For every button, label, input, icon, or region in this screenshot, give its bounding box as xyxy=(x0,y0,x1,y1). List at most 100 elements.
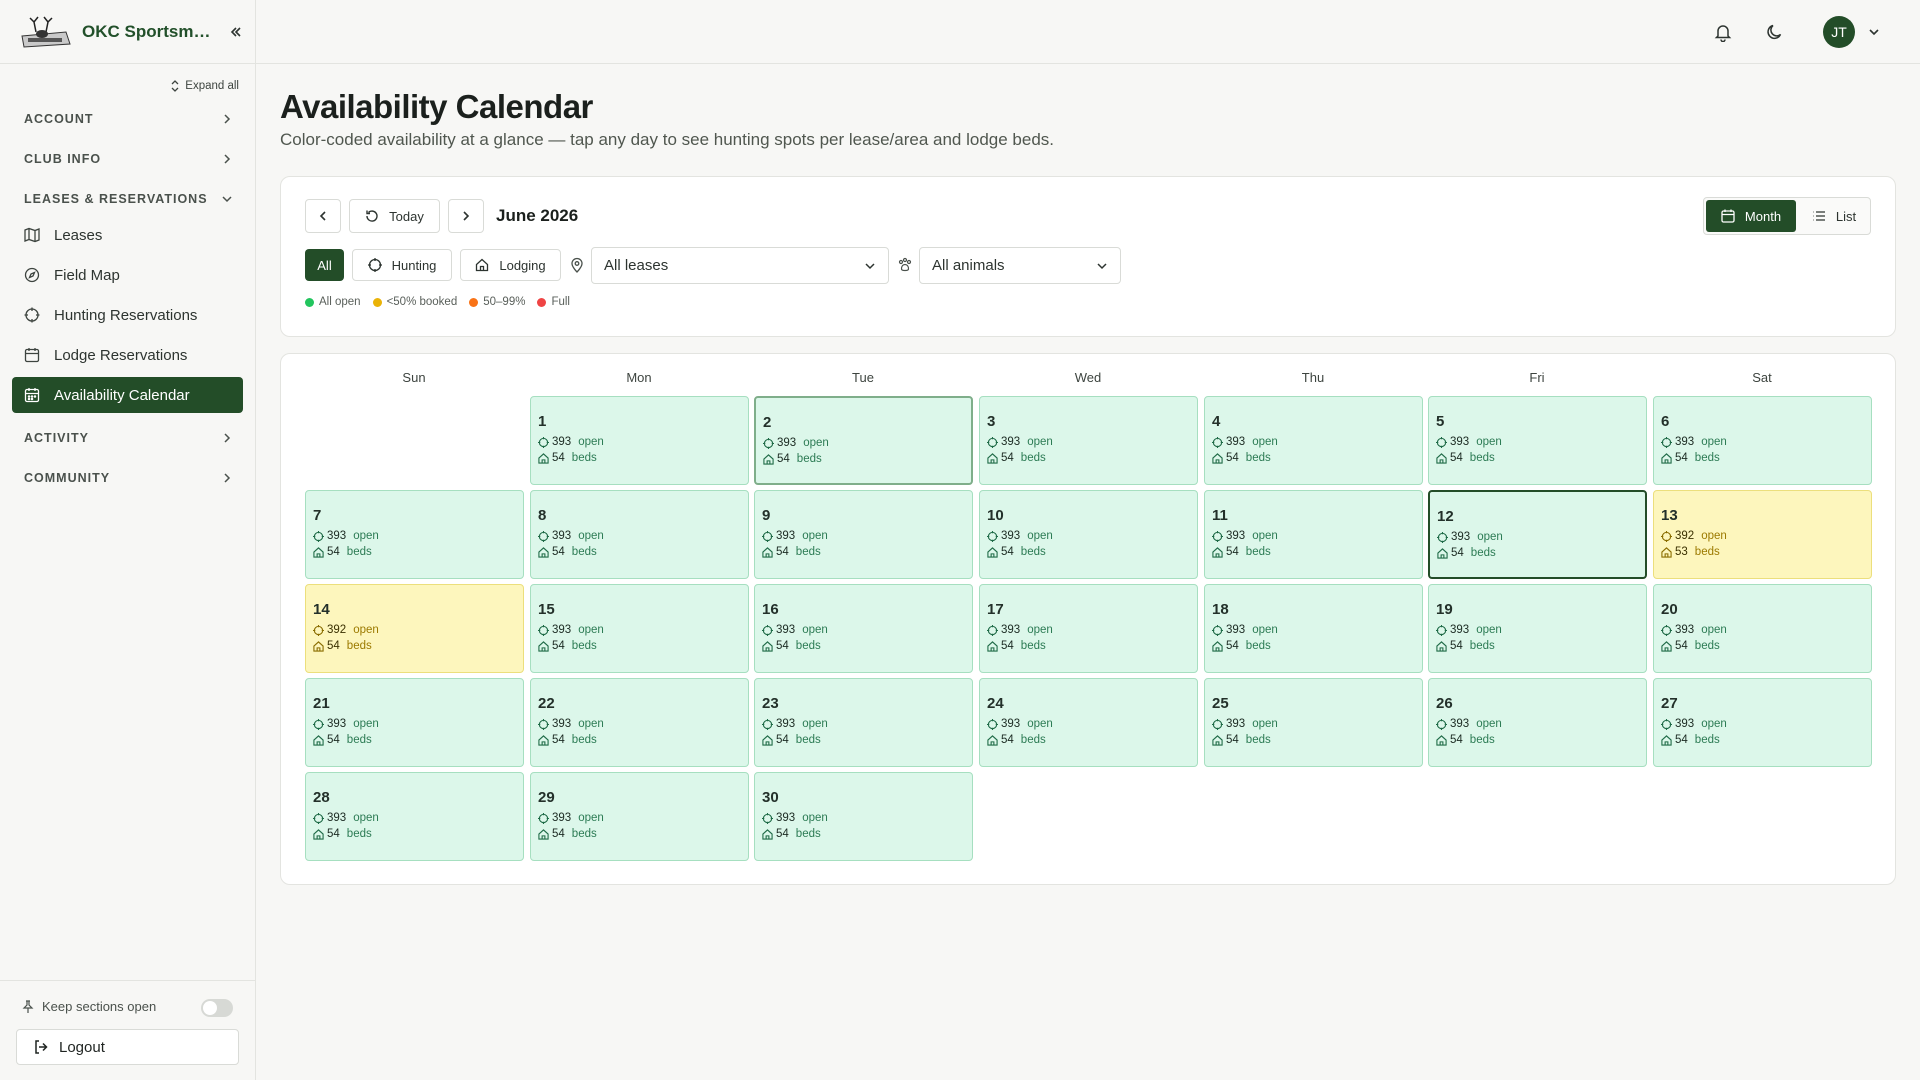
previous-month-button[interactable] xyxy=(305,199,341,233)
calendar-day-cell[interactable]: 9 393 open 54 beds xyxy=(754,490,973,579)
nav-section-account[interactable]: ACCOUNT xyxy=(12,103,244,135)
nav-section-club-info[interactable]: CLUB INFO xyxy=(12,143,244,175)
beds-unit: beds xyxy=(796,453,822,465)
next-month-button[interactable] xyxy=(448,199,484,233)
sidebar-item-availability-calendar[interactable]: Availability Calendar xyxy=(12,377,243,413)
beds-count: 54 xyxy=(776,640,789,652)
bell-icon[interactable] xyxy=(1713,22,1733,42)
club-name: OKC Sportsma... xyxy=(82,21,214,41)
calendar-day-cell[interactable]: 19 393 open 54 beds xyxy=(1428,584,1647,673)
open-count: 393 xyxy=(776,812,796,824)
home-icon xyxy=(313,828,324,840)
expand-all-button[interactable]: Expand all xyxy=(170,80,239,92)
beds-count: 54 xyxy=(327,828,340,840)
calendar-day-cell[interactable]: 26 393 open 54 beds xyxy=(1428,678,1647,767)
calendar-day-cell[interactable]: 23 393 open 54 beds xyxy=(754,678,973,767)
day-number: 22 xyxy=(538,695,555,712)
nav-section-label: ACCOUNT xyxy=(24,112,94,126)
calendar-day-cell[interactable]: 24 393 open 54 beds xyxy=(979,678,1198,767)
open-spots: 393 open xyxy=(538,436,604,448)
calendar-day-cell[interactable]: 15 393 open 54 beds xyxy=(530,584,749,673)
beds-unit: beds xyxy=(346,640,372,652)
day-number: 23 xyxy=(762,695,779,712)
crosshair-icon xyxy=(1436,718,1447,730)
sidebar-item-leases[interactable]: Leases xyxy=(12,217,243,253)
nav-section-community[interactable]: COMMUNITY xyxy=(12,462,244,494)
moon-icon[interactable] xyxy=(1765,22,1785,42)
sidebar-item-hunting-reservations[interactable]: Hunting Reservations xyxy=(12,297,243,333)
open-count: 392 xyxy=(1675,530,1695,542)
today-button[interactable]: Today xyxy=(349,199,440,233)
filter-lodging-button[interactable]: Lodging xyxy=(460,249,561,281)
calendar-day-cell[interactable]: 20 393 open 54 beds xyxy=(1653,584,1872,673)
chevron-down-icon[interactable] xyxy=(1867,25,1881,39)
calendar-day-cell[interactable]: 22 393 open 54 beds xyxy=(530,678,749,767)
home-icon xyxy=(987,640,998,652)
chevron-right-icon xyxy=(224,473,231,483)
chevron-down-icon xyxy=(865,262,875,269)
animal-select[interactable]: All animals xyxy=(919,247,1121,284)
month-view-label: Month xyxy=(1744,208,1782,224)
filter-hunting-button[interactable]: Hunting xyxy=(352,249,452,281)
calendar-day-cell[interactable]: 8 393 open 54 beds xyxy=(530,490,749,579)
day-number: 10 xyxy=(987,507,1004,524)
calendar-day-cell[interactable]: 3 393 open 54 beds xyxy=(979,396,1198,485)
lease-select[interactable]: All leases xyxy=(591,247,889,284)
beds-unit: beds xyxy=(1694,546,1720,558)
calendar-day-cell[interactable]: 2 393 open 54 beds xyxy=(754,396,973,485)
beds-unit: beds xyxy=(795,640,821,652)
day-number: 21 xyxy=(313,695,330,712)
home-icon xyxy=(987,452,998,464)
calendar-day-cell[interactable]: 18 393 open 54 beds xyxy=(1204,584,1423,673)
home-icon xyxy=(763,453,774,465)
sidebar-item-field-map[interactable]: Field Map xyxy=(12,257,243,293)
calendar-day-cell[interactable]: 29 393 open 54 beds xyxy=(530,772,749,861)
nav-section-activity[interactable]: ACTIVITY xyxy=(12,422,244,454)
calendar-day-cell[interactable]: 30 393 open 54 beds xyxy=(754,772,973,861)
collapse-sidebar-icon[interactable] xyxy=(226,22,246,42)
logout-button[interactable]: Logout xyxy=(16,1029,239,1065)
list-view-button[interactable]: List xyxy=(1800,200,1868,232)
open-count: 393 xyxy=(1450,718,1470,730)
calendar-day-cell[interactable]: 17 393 open 54 beds xyxy=(979,584,1198,673)
calendar-day-cell[interactable]: 11 393 open 54 beds xyxy=(1204,490,1423,579)
calendar-day-cell[interactable]: 7 393 open 54 beds xyxy=(305,490,524,579)
nav-section-leases-reservations[interactable]: LEASES & RESERVATIONS xyxy=(12,183,244,215)
crosshair-icon xyxy=(367,258,382,272)
calendar-day-cell[interactable]: 25 393 open 54 beds xyxy=(1204,678,1423,767)
user-avatar[interactable]: JT xyxy=(1823,16,1855,48)
filter-all-button[interactable]: All xyxy=(305,249,344,281)
calendar-day-cell[interactable]: 21 393 open 54 beds xyxy=(305,678,524,767)
open-spots: 393 open xyxy=(762,718,828,730)
calendar-day-cell[interactable]: 10 393 open 54 beds xyxy=(979,490,1198,579)
calendar-day-cell[interactable]: 16 393 open 54 beds xyxy=(754,584,973,673)
crosshair-icon xyxy=(762,624,773,636)
calendar-day-cell[interactable]: 13 392 open 53 beds xyxy=(1653,490,1872,579)
open-unit: open xyxy=(802,624,828,636)
logout-label: Logout xyxy=(59,1038,105,1056)
open-beds: 54 beds xyxy=(538,640,597,652)
open-count: 393 xyxy=(552,436,572,448)
calendar-day-cell[interactable]: 4 393 open 54 beds xyxy=(1204,396,1423,485)
page-title: Availability Calendar xyxy=(280,88,593,125)
day-number: 12 xyxy=(1437,508,1454,525)
sidebar-item-label: Availability Calendar xyxy=(54,386,190,404)
open-count: 393 xyxy=(327,812,347,824)
calendar-day-cell[interactable]: 27 393 open 54 beds xyxy=(1653,678,1872,767)
sidebar-item-lodge-reservations[interactable]: Lodge Reservations xyxy=(12,337,243,373)
calendar-day-cell[interactable]: 1 393 open 54 beds xyxy=(530,396,749,485)
calendar-day-cell[interactable]: 28 393 open 54 beds xyxy=(305,772,524,861)
refresh-icon xyxy=(366,210,378,222)
home-icon xyxy=(1436,640,1447,652)
calendar-day-cell[interactable]: 5 393 open 54 beds xyxy=(1428,396,1647,485)
open-beds: 54 beds xyxy=(987,640,1046,652)
calendar-day-cell[interactable]: 14 392 open 54 beds xyxy=(305,584,524,673)
calendar-day-cell[interactable]: 6 393 open 54 beds xyxy=(1653,396,1872,485)
open-beds: 54 beds xyxy=(1436,452,1495,464)
month-view-button[interactable]: Month xyxy=(1706,200,1796,232)
filter-lodging-label: Lodging xyxy=(499,257,546,273)
calendar-day-cell[interactable]: 12 393 open 54 beds xyxy=(1428,490,1647,579)
keep-sections-open-toggle[interactable] xyxy=(201,999,233,1017)
beds-count: 54 xyxy=(1226,734,1239,746)
beds-count: 54 xyxy=(1226,546,1239,558)
